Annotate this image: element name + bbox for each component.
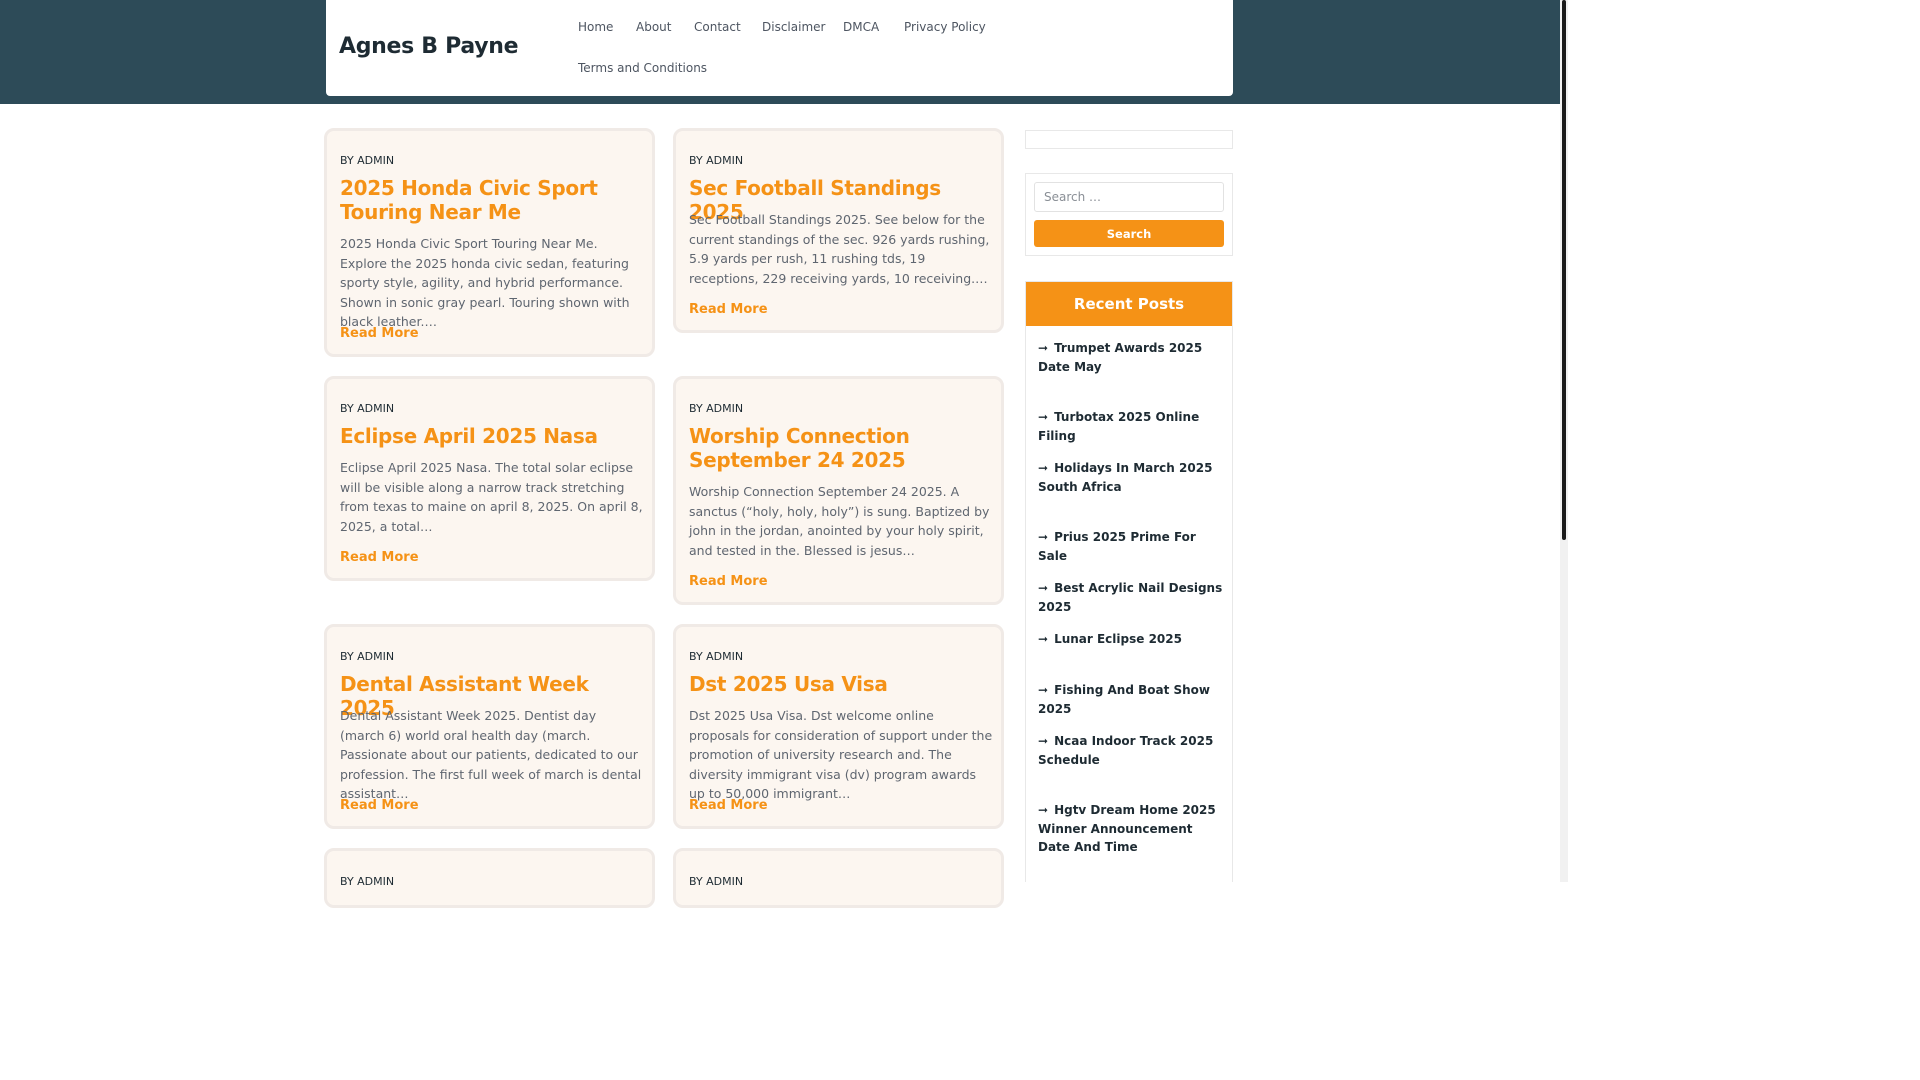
read-more-link[interactable]: Read More — [689, 302, 768, 317]
read-more-link[interactable]: Read More — [689, 574, 768, 589]
recent-posts-title: Recent Posts — [1026, 282, 1232, 326]
arrow-right-icon: ➞ — [1038, 734, 1049, 748]
arrow-right-icon: ➞ — [1038, 461, 1049, 475]
recent-post-item[interactable]: ➞ Prius 2025 Prime For Sale — [1038, 528, 1224, 565]
site-header: Agnes B Payne Home About Contact Disclai… — [326, 0, 1233, 96]
recent-post-item[interactable]: ➞ Turbotax 2025 Online Filing — [1038, 408, 1224, 445]
recent-post-title: Turbotax 2025 Online Filing — [1038, 410, 1200, 443]
post-card: BY ADMIN Eclipse April 2025 Nasa Eclipse… — [324, 376, 655, 581]
post-excerpt: Sec Football Standings 2025. See below f… — [689, 212, 990, 286]
post-card: BY ADMIN 2025 Honda Civic Sport Touring … — [324, 128, 655, 357]
nav-terms-and-conditions[interactable]: Terms and Conditions — [578, 61, 707, 75]
arrow-right-icon: ➞ — [1038, 530, 1049, 544]
post-card: BY ADMIN Dst 2025 Usa Visa Dst 2025 Usa … — [673, 624, 1004, 829]
sidebar-empty-widget — [1025, 130, 1233, 149]
recent-post-item[interactable]: ➞ Holidays In March 2025 South Africa — [1038, 459, 1224, 496]
post-card: BY ADMIN Dental Assistant Week 2025 Dent… — [324, 624, 655, 829]
post-card: BY ADMIN Sec Football Standings 2025 Sec… — [673, 128, 1004, 333]
read-more-link[interactable]: Read More — [689, 798, 768, 813]
recent-post-item[interactable]: ➞ Fishing And Boat Show 2025 — [1038, 681, 1224, 718]
recent-post-item[interactable]: ➞ Hgtv Dream Home 2025 Winner Announcemen… — [1038, 801, 1224, 857]
post-author: BY ADMIN — [340, 402, 395, 415]
recent-post-title: Trumpet Awards 2025 Date May — [1038, 341, 1203, 374]
site-title[interactable]: Agnes B Payne — [339, 34, 519, 59]
post-excerpt: Worship Connection September 24 2025. A … — [689, 484, 990, 558]
nav-home[interactable]: Home — [578, 20, 613, 34]
post-excerpt: 2025 Honda Civic Sport Touring Near Me. … — [340, 236, 630, 330]
nav-privacy-policy[interactable]: Privacy Policy — [904, 20, 986, 34]
nav-dmca[interactable]: DMCA — [843, 20, 879, 34]
arrow-right-icon: ➞ — [1038, 581, 1049, 595]
post-author: BY ADMIN — [689, 154, 744, 167]
recent-posts-widget: Recent Posts ➞ Trumpet Awards 2025 Date M… — [1025, 281, 1233, 882]
post-author: BY ADMIN — [340, 154, 395, 167]
post-card: BY ADMIN — [673, 848, 1004, 908]
recent-post-item[interactable]: ➞ Trumpet Awards 2025 Date May — [1038, 339, 1224, 376]
recent-post-title: Lunar Eclipse 2025 — [1054, 632, 1182, 646]
post-author: BY ADMIN — [689, 650, 744, 663]
recent-post-item[interactable]: ➞ Lunar Eclipse 2025 — [1038, 630, 1224, 649]
post-author: BY ADMIN — [340, 875, 395, 888]
post-card: BY ADMIN Worship Connection September 24… — [673, 376, 1004, 605]
post-author: BY ADMIN — [689, 875, 744, 888]
post-title[interactable]: Worship Connection September 24 2025 — [689, 424, 993, 472]
post-excerpt: Dst 2025 Usa Visa. Dst welcome online pr… — [689, 708, 993, 802]
recent-post-title: Best Acrylic Nail Designs 2025 — [1038, 581, 1223, 614]
recent-post-item[interactable]: ➞ Ncaa Indoor Track 2025 Schedule — [1038, 732, 1224, 769]
recent-post-title: Fishing And Boat Show 2025 — [1038, 683, 1210, 716]
arrow-right-icon: ➞ — [1038, 683, 1049, 697]
scrollbar-thumb[interactable] — [1562, 0, 1566, 540]
recent-post-title: Hgtv Dream Home 2025 Winner Announcement… — [1038, 803, 1216, 854]
read-more-link[interactable]: Read More — [340, 550, 419, 565]
arrow-right-icon: ➞ — [1038, 410, 1049, 424]
nav-disclaimer[interactable]: Disclaimer — [762, 20, 825, 34]
read-more-link[interactable]: Read More — [340, 326, 419, 341]
recent-post-title: Holidays In March 2025 South Africa — [1038, 461, 1213, 494]
post-title[interactable]: Dst 2025 Usa Visa — [689, 672, 993, 696]
recent-post-title: Prius 2025 Prime For Sale — [1038, 530, 1196, 563]
post-card: BY ADMIN — [324, 848, 655, 908]
arrow-right-icon: ➞ — [1038, 632, 1049, 646]
post-title[interactable]: Eclipse April 2025 Nasa — [340, 424, 644, 448]
post-excerpt: Dental Assistant Week 2025. Dentist day … — [340, 708, 642, 802]
post-author: BY ADMIN — [340, 650, 395, 663]
nav-contact[interactable]: Contact — [694, 20, 741, 34]
arrow-right-icon: ➞ — [1038, 341, 1049, 355]
post-author: BY ADMIN — [689, 402, 744, 415]
arrow-right-icon: ➞ — [1038, 803, 1049, 817]
read-more-link[interactable]: Read More — [340, 798, 419, 813]
post-excerpt: Eclipse April 2025 Nasa. The total solar… — [340, 460, 643, 534]
post-title[interactable]: 2025 Honda Civic Sport Touring Near Me — [340, 176, 644, 224]
nav-about[interactable]: About — [636, 20, 671, 34]
search-input[interactable] — [1034, 182, 1224, 212]
page-scrollbar[interactable] — [1560, 0, 1568, 882]
search-widget: Search — [1025, 173, 1233, 256]
recent-post-item[interactable]: ➞ Best Acrylic Nail Designs 2025 — [1038, 579, 1224, 616]
search-button[interactable]: Search — [1034, 220, 1224, 247]
recent-post-title: Ncaa Indoor Track 2025 Schedule — [1038, 734, 1214, 767]
